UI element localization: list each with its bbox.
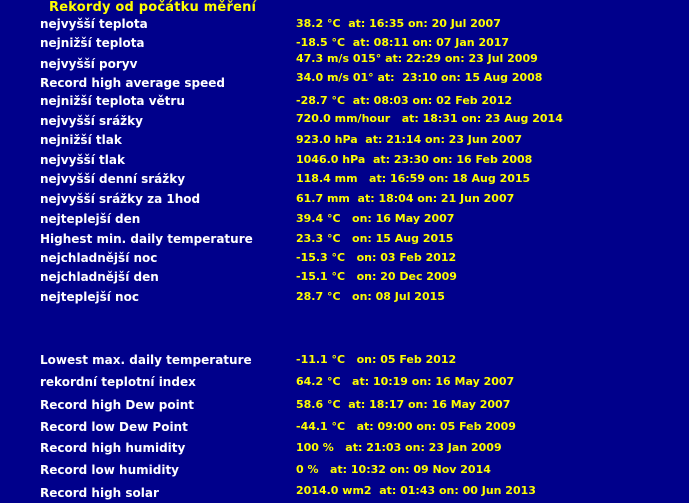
record-label: Record high humidity (40, 441, 186, 455)
record-value: -44.1 °C at: 09:00 on: 05 Feb 2009 (296, 420, 516, 433)
record-value: 34.0 m/s 01° at: 23:10 on: 15 Aug 2008 (296, 71, 543, 84)
record-row: nejvyšší teplota 38.2 °C at: 16:35 on: 2… (0, 17, 689, 35)
record-value: 58.6 °C at: 18:17 on: 16 May 2007 (296, 398, 511, 411)
record-value: 0 % at: 10:32 on: 09 Nov 2014 (296, 463, 491, 476)
record-label: nejvyšší tlak (40, 153, 125, 167)
record-label: nejvyšší srážky za 1hod (40, 192, 201, 206)
record-label: nejteplejší den (40, 212, 141, 226)
record-label: Record low humidity (40, 463, 180, 477)
record-row: Lowest max. daily temperature -11.1 °C o… (0, 353, 689, 371)
record-row: rekordní teplotní index 64.2 °C at: 10:1… (0, 375, 689, 393)
record-row: Record low Dew Point -44.1 °C at: 09:00 … (0, 420, 689, 438)
record-value: 2014.0 wm2 at: 01:43 on: 00 Jun 2013 (296, 484, 536, 497)
record-value: 23.3 °C on: 15 Aug 2015 (296, 232, 454, 245)
record-value: -28.7 °C at: 08:03 on: 02 Feb 2012 (296, 94, 513, 107)
record-row: Record high solar 2014.0 wm2 at: 01:43 o… (0, 484, 689, 503)
record-label: rekordní teplotní index (40, 375, 196, 389)
record-label: Record low Dew Point (40, 420, 188, 434)
record-value: -15.1 °C on: 20 Dec 2009 (296, 270, 457, 283)
record-value: 38.2 °C at: 16:35 on: 20 Jul 2007 (296, 17, 501, 30)
record-value: 720.0 mm/hour at: 18:31 on: 23 Aug 2014 (296, 112, 563, 125)
record-label: Lowest max. daily temperature (40, 353, 252, 367)
record-label: Record high average speed (40, 76, 225, 90)
record-label: nejvyšší denní srážky (40, 172, 186, 186)
record-value: 64.2 °C at: 10:19 on: 16 May 2007 (296, 375, 515, 388)
record-row: nejnižší tlak 923.0 hPa at: 21:14 on: 23… (0, 133, 689, 151)
page-title: Rekordy od počátku měření (49, 0, 257, 15)
record-label: nejnižší tlak (40, 133, 122, 147)
record-row: Record high average speed 34.0 m/s 01° a… (0, 71, 689, 92)
record-row: Record high Dew point 58.6 °C at: 18:17 … (0, 398, 689, 416)
record-label: nejvyšší teplota (40, 17, 148, 31)
record-value: 923.0 hPa at: 21:14 on: 23 Jun 2007 (296, 133, 523, 146)
record-row: nejvyšší srážky 720.0 mm/hour at: 18:31 … (0, 112, 689, 131)
record-row: Record low humidity 0 % at: 10:32 on: 09… (0, 463, 689, 481)
record-label: Record high Dew point (40, 398, 194, 412)
record-value: -11.1 °C on: 05 Feb 2012 (296, 353, 457, 366)
record-value: 118.4 mm at: 16:59 on: 18 Aug 2015 (296, 172, 531, 185)
record-label: nejnižší teplota větru (40, 94, 185, 108)
record-row: Highest min. daily temperature 23.3 °C o… (0, 232, 689, 250)
record-label: nejvyšší poryv (40, 57, 138, 71)
record-label: nejvyšší srážky (40, 114, 143, 128)
record-row: nejchladnější den -15.1 °C on: 20 Dec 20… (0, 270, 689, 288)
record-row: nejvyšší srážky za 1hod 61.7 mm at: 18:0… (0, 192, 689, 210)
record-label: nejchladnější den (40, 270, 159, 284)
record-row: nejnižší teplota větru -28.7 °C at: 08:0… (0, 94, 689, 112)
record-row: nejchladnější noc -15.3 °C on: 03 Feb 20… (0, 251, 689, 269)
record-value: -18.5 °C at: 08:11 on: 07 Jan 2017 (296, 36, 510, 49)
record-value: 39.4 °C on: 16 May 2007 (296, 212, 455, 225)
record-value: 100 % at: 21:03 on: 23 Jan 2009 (296, 441, 502, 454)
record-value: 28.7 °C on: 08 Jul 2015 (296, 290, 445, 303)
record-row: nejteplejší noc 28.7 °C on: 08 Jul 2015 (0, 290, 689, 308)
record-row: Record high humidity 100 % at: 21:03 on:… (0, 441, 689, 459)
record-value: -15.3 °C on: 03 Feb 2012 (296, 251, 457, 264)
record-label: nejnižší teplota (40, 36, 145, 50)
record-row: nejteplejší den 39.4 °C on: 16 May 2007 (0, 212, 689, 230)
record-value: 61.7 mm at: 18:04 on: 21 Jun 2007 (296, 192, 515, 205)
record-value: 47.3 m/s 015° at: 22:29 on: 23 Jul 2009 (296, 52, 538, 65)
record-row: nejvyšší denní srážky 118.4 mm at: 16:59… (0, 172, 689, 190)
record-label: nejchladnější noc (40, 251, 158, 265)
record-label: Highest min. daily temperature (40, 232, 253, 246)
record-value: 1046.0 hPa at: 23:30 on: 16 Feb 2008 (296, 153, 533, 166)
record-row: nejvyšší tlak 1046.0 hPa at: 23:30 on: 1… (0, 153, 689, 171)
record-label: nejteplejší noc (40, 290, 139, 304)
record-label: Record high solar (40, 486, 159, 500)
